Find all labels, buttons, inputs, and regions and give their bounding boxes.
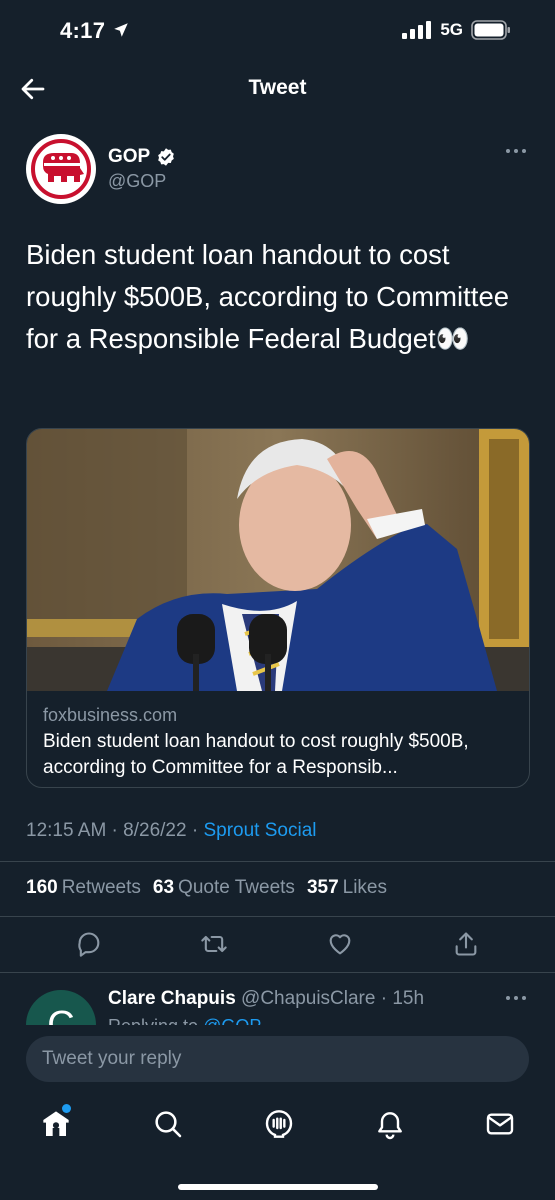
reply-composer[interactable]: Tweet your reply bbox=[26, 1036, 529, 1082]
verified-badge-icon bbox=[158, 148, 175, 166]
tweet-stats: 160 Retweets 63 Quote Tweets 357 Likes bbox=[26, 877, 387, 899]
tweet-time: 12:15 AM bbox=[26, 820, 107, 841]
composer-placeholder: Tweet your reply bbox=[42, 1048, 182, 1069]
tweet-actions bbox=[0, 930, 555, 964]
author-name[interactable]: GOP bbox=[108, 146, 176, 168]
reply-author-handle[interactable]: @ChapuisClare bbox=[241, 988, 375, 1009]
retweets-label: Retweets bbox=[61, 877, 141, 898]
retweets-stat[interactable]: 160 Retweets bbox=[26, 877, 141, 899]
home-notification-dot bbox=[62, 1104, 71, 1113]
link-preview-card[interactable]: foxbusiness.com Biden student loan hando… bbox=[26, 428, 530, 788]
author-handle[interactable]: @GOP bbox=[108, 171, 166, 192]
reply-icon[interactable] bbox=[75, 930, 103, 958]
likes-label: Likes bbox=[342, 877, 387, 898]
tweet-source-link[interactable]: Sprout Social bbox=[203, 820, 316, 841]
quotes-count: 63 bbox=[152, 877, 175, 898]
network-label: 5G bbox=[440, 20, 463, 39]
status-time-text: 4:17 bbox=[60, 18, 106, 43]
reply-header: Clare Chapuis @ChapuisClare · 15h bbox=[108, 988, 425, 1009]
signal-icon bbox=[402, 21, 432, 39]
more-options-icon[interactable] bbox=[505, 146, 527, 156]
spaces-icon[interactable] bbox=[263, 1108, 295, 1140]
card-title: Biden student loan handout to cost rough… bbox=[43, 731, 469, 778]
card-domain: foxbusiness.com bbox=[43, 705, 178, 725]
notifications-icon[interactable] bbox=[374, 1108, 406, 1140]
tweet-meta: 12:15 AM · 8/26/22 · Sprout Social bbox=[26, 820, 317, 841]
divider bbox=[0, 972, 555, 973]
like-icon[interactable] bbox=[326, 930, 354, 958]
divider bbox=[0, 861, 555, 862]
likes-count: 357 bbox=[306, 877, 339, 898]
likes-stat[interactable]: 357 Likes bbox=[307, 877, 387, 899]
quotes-label: Quote Tweets bbox=[178, 877, 295, 898]
status-time: 4:17 bbox=[60, 18, 130, 44]
status-indicators: 5G bbox=[402, 20, 511, 40]
retweets-count: 160 bbox=[26, 877, 58, 898]
reply-more-options-icon[interactable] bbox=[505, 993, 527, 1003]
battery-icon bbox=[471, 20, 510, 40]
share-icon[interactable] bbox=[452, 930, 480, 958]
search-icon[interactable] bbox=[152, 1108, 184, 1140]
page-title: Tweet bbox=[248, 76, 307, 99]
divider bbox=[0, 916, 555, 917]
gop-logo-icon bbox=[28, 136, 94, 202]
home-indicator[interactable] bbox=[178, 1184, 378, 1190]
location-arrow-icon bbox=[113, 23, 128, 37]
author-name-text: GOP bbox=[108, 146, 151, 167]
author-avatar[interactable] bbox=[26, 134, 96, 204]
tweet-date: 8/26/22 bbox=[123, 820, 187, 841]
retweet-icon[interactable] bbox=[200, 930, 228, 958]
reply-author-name[interactable]: Clare Chapuis bbox=[108, 988, 236, 1009]
quote-tweets-stat[interactable]: 63 Quote Tweets bbox=[153, 877, 295, 899]
reply-age: 15h bbox=[392, 988, 425, 1009]
article-photo bbox=[27, 429, 529, 691]
tweet-text: Biden student loan handout to cost rough… bbox=[26, 239, 510, 354]
messages-icon[interactable] bbox=[484, 1108, 516, 1140]
